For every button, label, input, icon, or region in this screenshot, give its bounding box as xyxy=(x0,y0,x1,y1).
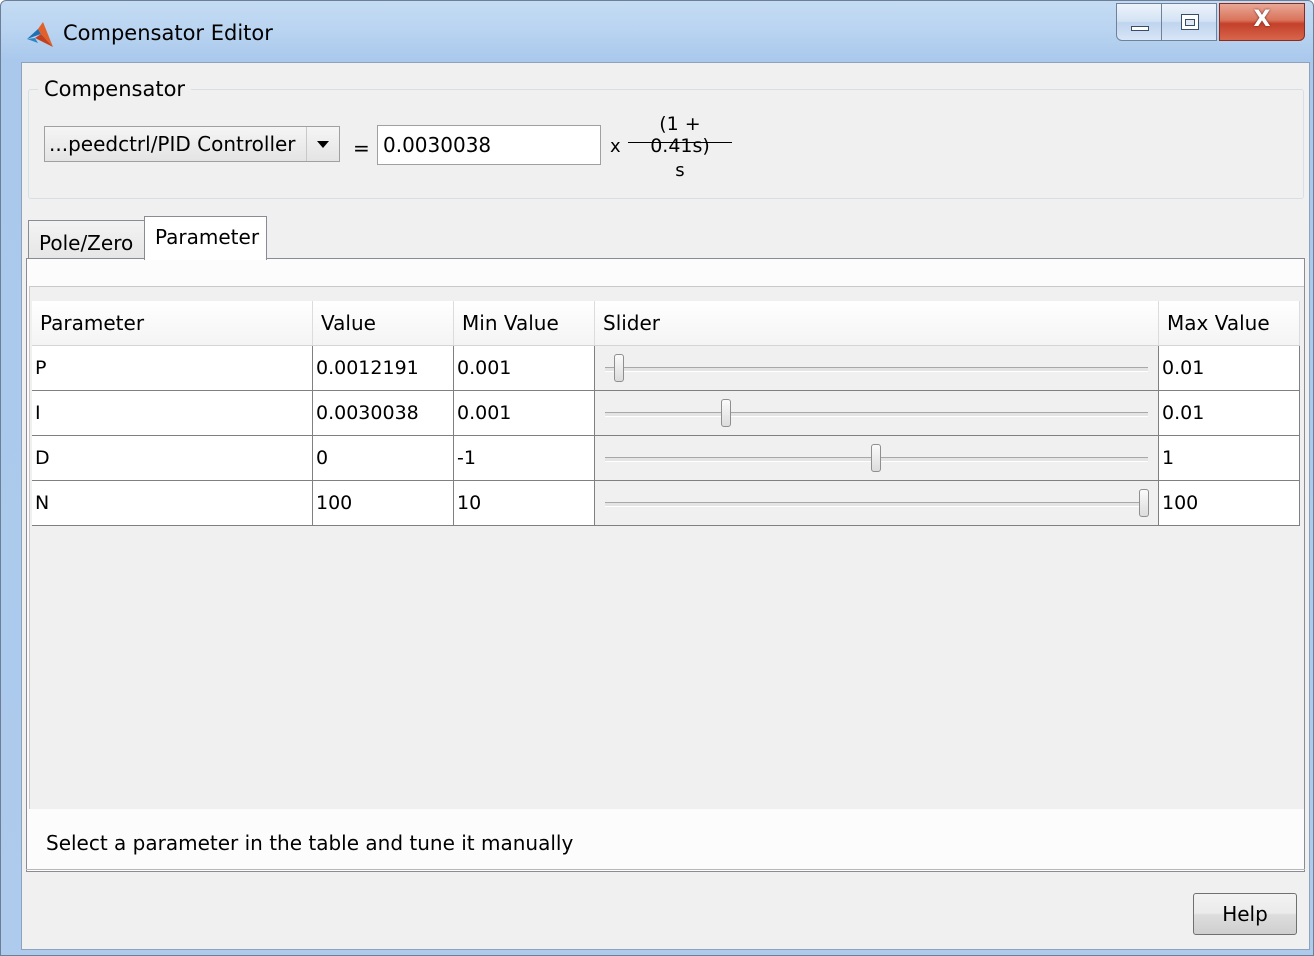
tab-pole-zero-label: Pole/Zero xyxy=(39,231,134,255)
table-header: Parameter Value Min Value Slider Max Val… xyxy=(32,301,1300,346)
cell-value[interactable]: 0.0012191 xyxy=(313,346,454,390)
cell-value[interactable]: 0 xyxy=(313,436,454,480)
cell-value[interactable]: 0.0030038 xyxy=(313,391,454,435)
slider-track[interactable] xyxy=(605,502,1148,507)
cell-parameter[interactable]: I xyxy=(32,391,313,435)
cell-min-value[interactable]: 10 xyxy=(454,481,595,525)
parameter-table: Parameter Value Min Value Slider Max Val… xyxy=(29,286,1304,809)
cell-max-value[interactable]: 100 xyxy=(1159,481,1300,525)
slider-track[interactable] xyxy=(605,412,1148,417)
multiply-sign: x xyxy=(610,136,621,157)
cell-slider xyxy=(595,436,1159,480)
window-title: Compensator Editor xyxy=(63,21,273,45)
equals-sign: = xyxy=(353,136,370,160)
table-row[interactable]: D 0 -1 1 xyxy=(32,436,1300,481)
parameter-tab-panel: Parameter Value Min Value Slider Max Val… xyxy=(26,258,1305,872)
minimize-button[interactable] xyxy=(1116,3,1162,41)
close-button[interactable]: X xyxy=(1219,3,1305,41)
cell-parameter[interactable]: P xyxy=(32,346,313,390)
minimize-icon xyxy=(1131,26,1149,31)
cell-slider xyxy=(595,391,1159,435)
cell-max-value[interactable]: 1 xyxy=(1159,436,1300,480)
close-icon: X xyxy=(1253,7,1271,32)
gain-input[interactable] xyxy=(377,125,601,165)
cell-max-value[interactable]: 0.01 xyxy=(1159,391,1300,435)
column-header-parameter[interactable]: Parameter xyxy=(32,301,313,345)
column-header-max-value[interactable]: Max Value xyxy=(1159,301,1300,345)
transfer-function-denominator: s xyxy=(675,160,685,181)
cell-min-value[interactable]: 0.001 xyxy=(454,391,595,435)
restore-icon xyxy=(1181,14,1199,30)
dropdown-selected-value: ...peedctrl/PID Controller xyxy=(49,132,296,156)
table-row[interactable]: P 0.0012191 0.001 0.01 xyxy=(32,346,1300,391)
table-row[interactable]: N 100 10 100 xyxy=(32,481,1300,526)
cell-min-value[interactable]: 0.001 xyxy=(454,346,595,390)
cell-value[interactable]: 100 xyxy=(313,481,454,525)
slider-thumb[interactable] xyxy=(613,354,624,382)
fraction-bar xyxy=(628,142,732,143)
compensator-block-dropdown[interactable]: ...peedctrl/PID Controller xyxy=(44,126,340,162)
maximize-button[interactable] xyxy=(1161,3,1217,41)
cell-slider xyxy=(595,481,1159,525)
column-header-min-value[interactable]: Min Value xyxy=(454,301,595,345)
tab-parameter-label: Parameter xyxy=(155,225,260,249)
tab-parameter[interactable]: Parameter xyxy=(144,216,267,260)
compensator-group-label: Compensator xyxy=(38,77,192,101)
slider-thumb[interactable] xyxy=(871,444,881,472)
client-area: Compensator ...peedctrl/PID Controller =… xyxy=(21,62,1310,950)
cell-min-value[interactable]: -1 xyxy=(454,436,595,480)
slider-thumb[interactable] xyxy=(1139,489,1149,517)
cell-max-value[interactable]: 0.01 xyxy=(1159,346,1300,390)
tab-pole-zero[interactable]: Pole/Zero xyxy=(28,220,145,259)
slider-track[interactable] xyxy=(605,367,1148,372)
slider-thumb[interactable] xyxy=(720,399,731,427)
help-button[interactable]: Help xyxy=(1193,893,1297,935)
compensator-editor-window: Compensator Editor X Compensator ...peed… xyxy=(0,0,1314,956)
chevron-down-icon[interactable] xyxy=(306,127,339,161)
title-bar[interactable]: Compensator Editor X xyxy=(1,1,1313,63)
transfer-function-numerator: (1 + 0.41s) xyxy=(650,113,710,157)
cell-slider xyxy=(595,346,1159,390)
column-header-slider[interactable]: Slider xyxy=(595,301,1159,345)
cell-parameter[interactable]: D xyxy=(32,436,313,480)
cell-parameter[interactable]: N xyxy=(32,481,313,525)
table-row[interactable]: I 0.0030038 0.001 0.01 xyxy=(32,391,1300,436)
status-message: Select a parameter in the table and tune… xyxy=(46,831,574,855)
matlab-logo-icon xyxy=(27,22,53,47)
divider xyxy=(26,869,1305,870)
column-header-value[interactable]: Value xyxy=(313,301,454,345)
